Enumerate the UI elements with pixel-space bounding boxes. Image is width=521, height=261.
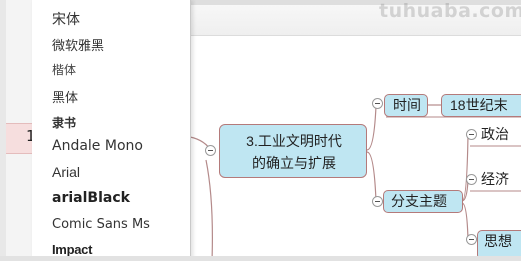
font-option-songti[interactable]: 宋体 [52,9,80,29]
collapse-time-toggle-icon[interactable] [372,98,383,109]
topic-node-main[interactable]: 3.工业文明时代 的确立与扩展 [219,124,367,178]
topic-node-politics[interactable]: 政治 [477,124,521,147]
topic-node-time-value[interactable]: 18世纪末 [441,94,521,117]
font-option-impact[interactable]: Impact [52,242,92,257]
font-family-dropdown[interactable]: 宋体 微软雅黑 楷体 黑体 隶书 Andale Mono Arial arial… [32,0,191,261]
topic-node-branch[interactable]: 分支主题 [383,190,463,213]
connector-main-time [366,105,377,151]
collapse-economy-toggle-icon[interactable] [466,174,477,185]
collapse-politics-toggle-icon[interactable] [466,129,477,140]
font-option-kaiti[interactable]: 楷体 [52,61,76,78]
font-option-comic-sans[interactable]: Comic Sans Ms [52,217,150,232]
collapse-branch-toggle-icon[interactable] [372,196,383,207]
topic-node-time[interactable]: 时间 [384,94,428,117]
font-option-andale-mono[interactable]: Andale Mono [52,138,143,154]
connector-main-branch [366,151,377,202]
collapse-main-toggle-icon[interactable] [205,145,216,156]
font-option-yahei[interactable]: 微软雅黑 [52,35,104,54]
topic-line-2: 的确立与扩展 [252,155,336,171]
font-option-arial-black[interactable]: arialBlack [52,190,130,206]
connector-down [205,159,213,261]
topic-node-economy[interactable]: 经济 [477,169,521,192]
topic-line-1: 3.工业文明时代 [246,133,342,149]
font-option-lishu[interactable]: 隶书 [52,114,76,131]
font-option-heiti[interactable]: 黑体 [52,87,78,106]
collapse-thought-toggle-icon[interactable] [466,234,477,245]
font-option-arial[interactable]: Arial [52,164,80,180]
window-frame-bottom [0,256,521,261]
